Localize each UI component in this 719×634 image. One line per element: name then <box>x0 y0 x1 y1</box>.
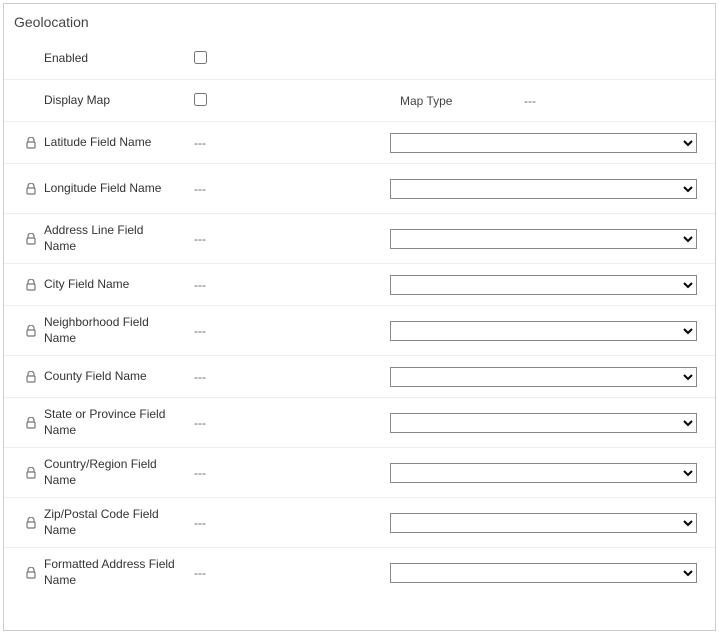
zip-static: --- <box>184 516 384 530</box>
label-cell: Address Line Field Name <box>4 223 184 254</box>
lock-icon <box>24 137 38 149</box>
address-line-label: Address Line Field Name <box>44 223 176 254</box>
label-cell: Country/Region Field Name <box>4 457 184 488</box>
check-cell <box>184 93 384 109</box>
row-zip: Zip/Postal Code Field Name --- <box>4 498 715 548</box>
label-cell: Formatted Address Field Name <box>4 557 184 588</box>
select-cell <box>384 413 715 433</box>
formatted-static: --- <box>184 566 384 580</box>
select-cell <box>384 513 715 533</box>
enabled-checkbox[interactable] <box>194 51 207 64</box>
latitude-static: --- <box>184 136 384 150</box>
lock-icon <box>24 567 38 579</box>
longitude-static: --- <box>184 182 384 196</box>
latitude-select[interactable] <box>390 133 697 153</box>
map-type-label: Map Type <box>384 94 524 108</box>
label-cell: City Field Name <box>4 277 184 293</box>
select-cell <box>384 179 715 199</box>
label-cell: Latitude Field Name <box>4 135 184 151</box>
row-enabled: Enabled <box>4 38 715 80</box>
city-label: City Field Name <box>44 277 129 293</box>
neighborhood-static: --- <box>184 324 384 338</box>
lock-icon <box>24 233 38 245</box>
lock-icon <box>24 467 38 479</box>
row-display-map: Display Map Map Type --- <box>4 80 715 122</box>
neighborhood-label: Neighborhood Field Name <box>44 315 176 346</box>
row-country: Country/Region Field Name --- <box>4 448 715 498</box>
city-select[interactable] <box>390 275 697 295</box>
select-cell <box>384 229 715 249</box>
lock-icon <box>24 517 38 529</box>
state-static: --- <box>184 416 384 430</box>
select-cell <box>384 367 715 387</box>
row-latitude: Latitude Field Name --- <box>4 122 715 164</box>
label-cell: Neighborhood Field Name <box>4 315 184 346</box>
geolocation-panel: Geolocation Enabled Display Map Map Type… <box>3 3 716 631</box>
row-city: City Field Name --- <box>4 264 715 306</box>
row-state: State or Province Field Name --- <box>4 398 715 448</box>
label-cell: County Field Name <box>4 369 184 385</box>
display-map-label: Display Map <box>44 93 110 109</box>
county-label: County Field Name <box>44 369 147 385</box>
panel-title: Geolocation <box>4 4 715 38</box>
zip-select[interactable] <box>390 513 697 533</box>
select-cell <box>384 275 715 295</box>
county-select[interactable] <box>390 367 697 387</box>
row-address-line: Address Line Field Name --- <box>4 214 715 264</box>
label-cell: Zip/Postal Code Field Name <box>4 507 184 538</box>
enabled-label: Enabled <box>44 51 88 67</box>
formatted-label: Formatted Address Field Name <box>44 557 176 588</box>
neighborhood-select[interactable] <box>390 321 697 341</box>
check-cell <box>184 51 384 67</box>
row-county: County Field Name --- <box>4 356 715 398</box>
address-line-select[interactable] <box>390 229 697 249</box>
label-cell: Display Map <box>4 93 184 109</box>
display-map-checkbox[interactable] <box>194 93 207 106</box>
longitude-label: Longitude Field Name <box>44 181 161 197</box>
row-longitude: Longitude Field Name --- <box>4 164 715 214</box>
lock-icon <box>24 371 38 383</box>
latitude-label: Latitude Field Name <box>44 135 151 151</box>
lock-icon <box>24 417 38 429</box>
lock-icon <box>24 183 38 195</box>
label-cell: Longitude Field Name <box>4 181 184 197</box>
select-cell <box>384 563 715 583</box>
formatted-select[interactable] <box>390 563 697 583</box>
state-select[interactable] <box>390 413 697 433</box>
country-label: Country/Region Field Name <box>44 457 176 488</box>
select-cell <box>384 133 715 153</box>
county-static: --- <box>184 370 384 384</box>
zip-label: Zip/Postal Code Field Name <box>44 507 176 538</box>
city-static: --- <box>184 278 384 292</box>
row-formatted: Formatted Address Field Name --- <box>4 548 715 598</box>
lock-icon <box>24 279 38 291</box>
address-line-static: --- <box>184 232 384 246</box>
map-type-value: --- <box>524 94 624 108</box>
country-static: --- <box>184 466 384 480</box>
state-label: State or Province Field Name <box>44 407 176 438</box>
select-cell <box>384 321 715 341</box>
longitude-select[interactable] <box>390 179 697 199</box>
label-cell: Enabled <box>4 51 184 67</box>
lock-icon <box>24 325 38 337</box>
row-neighborhood: Neighborhood Field Name --- <box>4 306 715 356</box>
select-cell <box>384 463 715 483</box>
label-cell: State or Province Field Name <box>4 407 184 438</box>
country-select[interactable] <box>390 463 697 483</box>
